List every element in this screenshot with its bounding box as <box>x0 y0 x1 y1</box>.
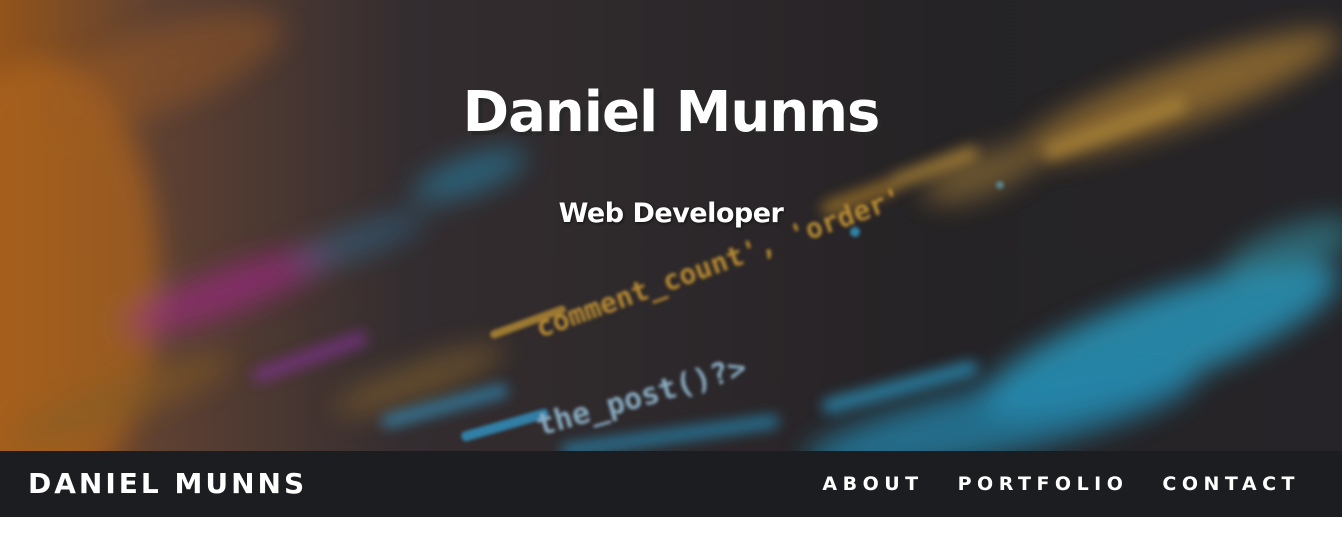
hero-title: Daniel Munns <box>462 80 881 145</box>
nav-link-about[interactable]: ABOUT <box>822 473 923 495</box>
nav-link-portfolio[interactable]: PORTFOLIO <box>958 473 1129 495</box>
hero-banner: comment_count', 'order' the_post()?> Dan… <box>0 0 1342 451</box>
brand-link[interactable]: DANIEL MUNNS <box>28 467 307 500</box>
hero-subtitle: Web Developer <box>558 198 784 229</box>
nav-link-contact[interactable]: CONTACT <box>1162 473 1300 495</box>
nav-links: ABOUT PORTFOLIO CONTACT <box>822 473 1300 495</box>
navbar: DANIEL MUNNS ABOUT PORTFOLIO CONTACT <box>0 451 1342 517</box>
